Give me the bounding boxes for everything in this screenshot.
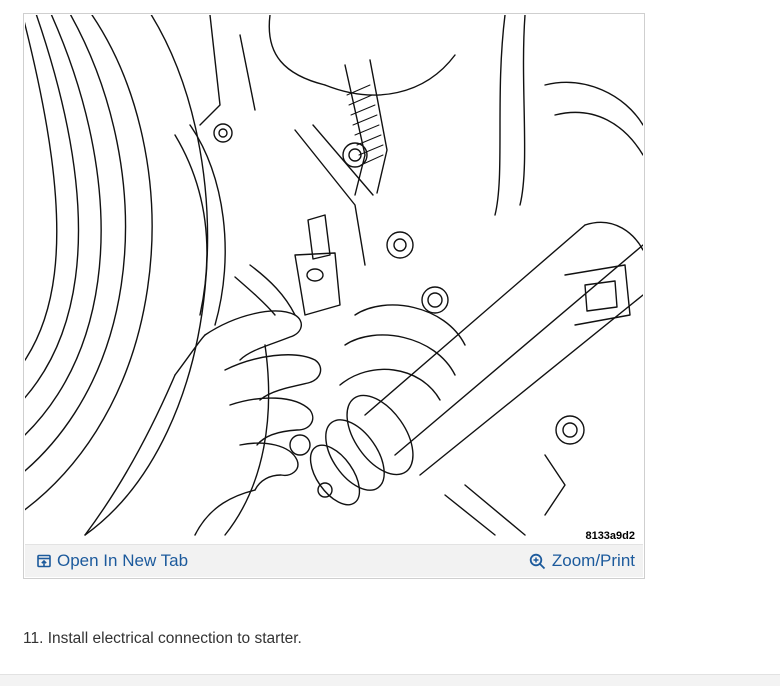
figure-toolbar: Open In New Tab Zoom/Print	[25, 544, 643, 577]
figure-id-label: 8133a9d2	[583, 530, 637, 542]
section-divider	[0, 674, 780, 686]
starter-connection-illustration: 8133a9d2	[25, 15, 643, 545]
zoom-print-link[interactable]: Zoom/Print	[529, 551, 635, 571]
open-in-new-tab-link[interactable]: Open In New Tab	[37, 551, 188, 571]
instruction-step: 11. Install electrical connection to sta…	[23, 630, 302, 647]
open-in-new-tab-icon	[37, 554, 51, 568]
zoom-print-label: Zoom/Print	[551, 551, 635, 570]
diagram-figure: 8133a9d2 Open In New Tab Zoom/Print	[23, 13, 645, 579]
open-in-new-tab-label: Open In New Tab	[57, 551, 189, 570]
zoom-in-icon	[529, 553, 546, 570]
